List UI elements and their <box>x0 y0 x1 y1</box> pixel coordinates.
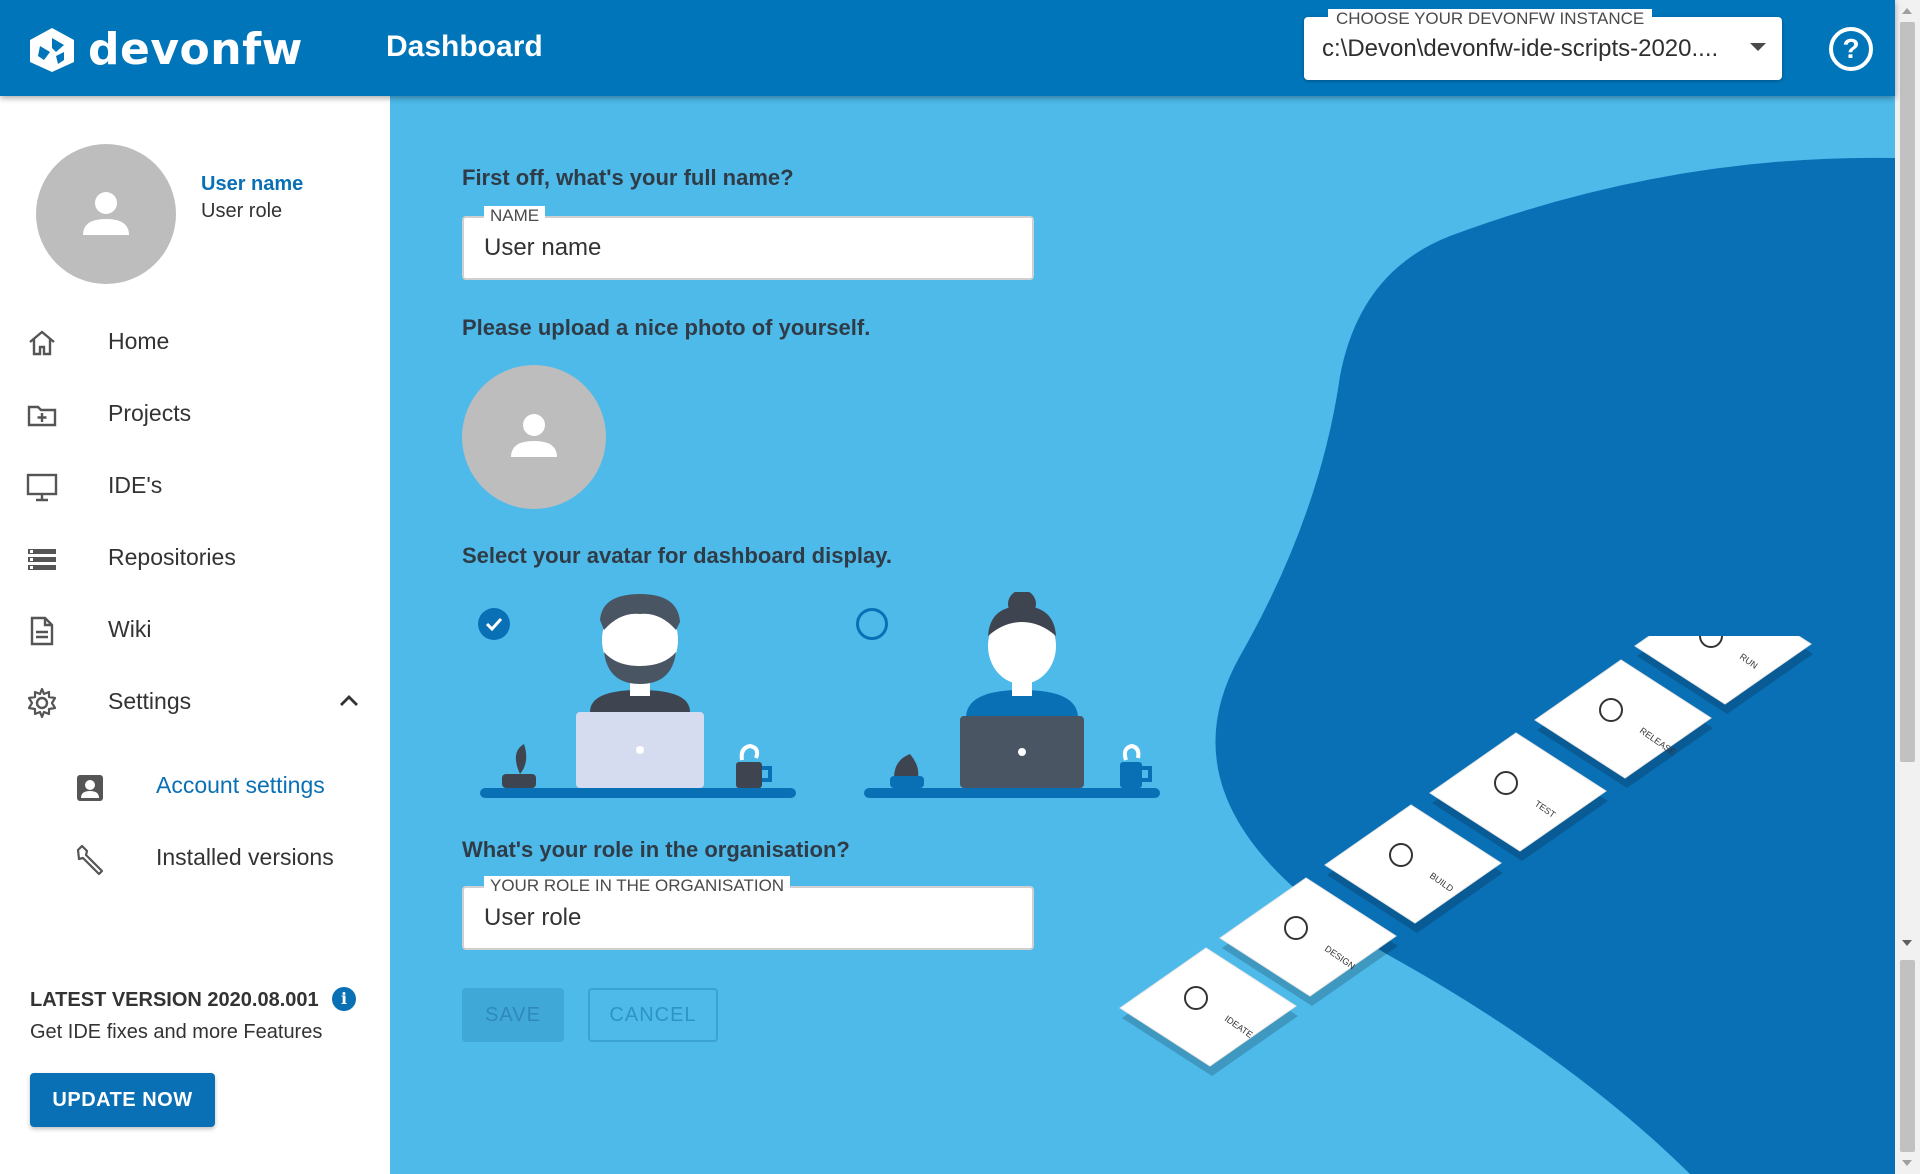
sidebar-user-role: User role <box>201 200 283 222</box>
sidebar-subitem-label: Installed versions <box>156 844 334 870</box>
person-icon <box>83 192 129 235</box>
info-icon[interactable]: i <box>332 987 356 1011</box>
list-icon <box>28 549 56 570</box>
role-field-label: YOUR ROLE IN THE ORGANISATION <box>484 876 791 896</box>
sidebar-item-label: Wiki <box>108 616 152 642</box>
workflow-tiles: IDEATEDESIGNBUILDTESTRELEASERUN <box>1119 636 1813 1076</box>
sidebar-item-wiki[interactable]: Wiki <box>0 602 390 658</box>
scroll-down-arrow-icon[interactable] <box>1902 1160 1912 1166</box>
scroll-up-arrow-icon[interactable] <box>1902 8 1912 14</box>
latest-version-text: LATEST VERSION 2020.08.001 <box>30 989 319 1011</box>
gear-icon <box>27 687 57 719</box>
cancel-button[interactable]: CANCEL <box>588 988 718 1042</box>
home-icon <box>29 330 55 356</box>
name-question: First off, what's your full name? <box>462 165 794 190</box>
role-field[interactable]: YOUR ROLE IN THE ORGANISATION User role <box>462 876 1034 950</box>
male-avatar-illustration[interactable] <box>480 592 800 802</box>
name-field-value: User name <box>484 234 602 261</box>
sidebar-item-projects[interactable]: Projects <box>0 386 390 442</box>
sidebar-item-installed-versions[interactable]: Installed versions <box>0 830 390 886</box>
instance-select-value: c:\Devon\devonfw-ide-scripts-2020.... <box>1322 35 1719 62</box>
role-field-value: User role <box>484 904 582 931</box>
wrench-icon <box>76 844 104 876</box>
sidebar-item-label: Projects <box>108 400 192 426</box>
folder-plus-icon <box>27 405 57 427</box>
sidebar-subitem-label: Account settings <box>156 772 325 798</box>
name-field[interactable]: NAME User name <box>462 206 1034 280</box>
sidebar-item-repositories[interactable]: Repositories <box>0 530 390 586</box>
scrollbar-thumb[interactable] <box>1900 22 1915 762</box>
scrollbar-thumb-secondary[interactable] <box>1900 960 1915 1152</box>
sidebar-item-label: Repositories <box>108 544 236 570</box>
sidebar-item-label: Settings <box>108 688 192 714</box>
avatar-question: Select your avatar for dashboard display… <box>462 543 892 568</box>
sidebar-item-ides[interactable]: IDE's <box>0 458 390 514</box>
role-question: What's your role in the organisation? <box>462 837 850 862</box>
main-content: First off, what's your full name? NAME U… <box>390 96 1895 1174</box>
latest-version-subtitle: Get IDE fixes and more Features <box>30 1021 323 1043</box>
logo-text: devonfw <box>88 24 303 75</box>
caret-down-icon <box>1750 43 1766 51</box>
sidebar-item-account-settings[interactable]: Account settings <box>0 758 390 814</box>
app-header: devonfw Dashboard CHOOSE YOUR DEVONFW IN… <box>0 0 1895 96</box>
monitor-icon <box>26 473 58 502</box>
document-icon <box>30 616 54 646</box>
devonfw-logo-icon <box>30 27 74 72</box>
photo-upload[interactable] <box>462 365 606 509</box>
sidebar-user-name: User name <box>201 173 304 195</box>
sidebar-item-home[interactable]: Home <box>0 314 390 370</box>
page-title: Dashboard <box>386 30 543 63</box>
sidebar-item-label: Home <box>108 328 170 354</box>
instance-select[interactable]: CHOOSE YOUR DEVONFW INSTANCE c:\Devon\de… <box>1304 9 1782 80</box>
scroll-down-arrow-icon[interactable] <box>1902 940 1912 946</box>
account-box-icon <box>77 775 103 801</box>
sidebar: User name User role Home Projects IDE's … <box>0 96 390 1174</box>
name-field-label: NAME <box>484 206 546 226</box>
person-icon <box>511 414 557 457</box>
save-button[interactable]: SAVE <box>462 988 564 1042</box>
scrollbar[interactable] <box>1895 0 1920 1174</box>
sidebar-item-label: IDE's <box>108 472 163 498</box>
instance-select-label: CHOOSE YOUR DEVONFW INSTANCE <box>1328 9 1653 29</box>
update-now-button[interactable]: UPDATE NOW <box>30 1073 215 1127</box>
logo[interactable]: devonfw <box>26 24 303 75</box>
photo-question: Please upload a nice photo of yourself. <box>462 315 871 340</box>
help-icon[interactable]: ? <box>1829 27 1873 71</box>
avatar <box>36 144 176 284</box>
sidebar-item-settings[interactable]: Settings <box>0 674 390 730</box>
chevron-up-icon[interactable] <box>336 688 362 714</box>
